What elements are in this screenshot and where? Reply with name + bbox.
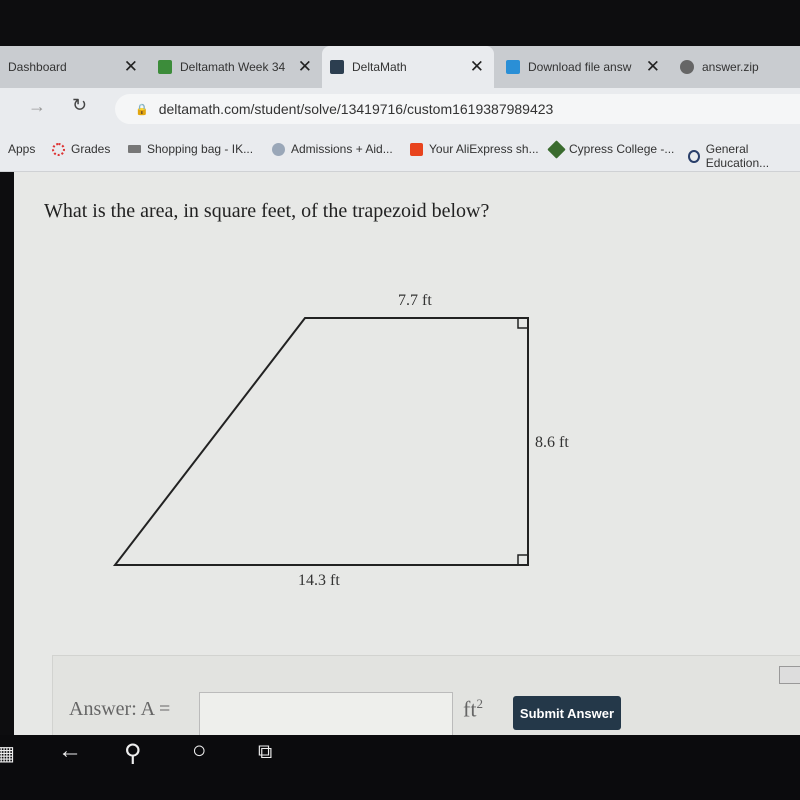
bottom-base-label: 14.3 ft [298, 572, 340, 589]
general-education-icon [688, 149, 700, 163]
bookmark-label: General Education... [705, 142, 770, 170]
address-bar[interactable]: 🔒 deltamath.com/student/solve/13419716/cu… [115, 94, 800, 124]
url-text: deltamath.com/student/solve/13419716/cus… [158, 101, 554, 117]
reload-icon[interactable]: ↻ [72, 95, 87, 116]
close-icon[interactable]: ✕ [298, 57, 312, 77]
submit-answer-button[interactable]: Submit Answer [513, 696, 621, 730]
download-site-icon [506, 60, 520, 74]
admissions-icon [272, 142, 285, 156]
forward-icon[interactable]: → [28, 96, 46, 117]
task-view-icon[interactable]: ⧉ [258, 741, 272, 764]
trapezoid [112, 317, 529, 566]
tab-deltamath-week[interactable]: Deltamath Week 34 ✕ [150, 46, 322, 88]
bookmark-grades[interactable]: Grades [52, 142, 110, 156]
globe-icon [680, 60, 694, 74]
bookmark-shopping[interactable]: Shopping bag - IK... [128, 142, 253, 156]
deltamath-week-icon [158, 60, 172, 74]
bookmark-label: Apps [8, 142, 36, 156]
top-base-label: 7.7 ft [398, 292, 432, 309]
answer-label: Answer: A = [69, 698, 171, 720]
bookmark-aliexpress[interactable]: Your AliExpress sh... [410, 142, 539, 156]
tab-dashboard[interactable]: Dashboard ✕ [0, 46, 148, 88]
unit-exponent: 2 [476, 696, 483, 711]
cypress-icon [547, 139, 566, 159]
search-icon[interactable]: ⚲ [124, 739, 142, 768]
close-icon[interactable]: ✕ [646, 57, 660, 77]
tab-label: Download file answ [528, 60, 632, 74]
windows-icon[interactable]: ▦ [0, 741, 15, 766]
right-angle-mark-bottom [517, 554, 528, 565]
bookmark-admissions[interactable]: Admissions + Aid... [272, 142, 393, 156]
answer-panel: Answer: A = ft2 Submit Answer [52, 655, 800, 745]
cortana-icon[interactable]: ○ [192, 737, 207, 765]
close-icon[interactable]: ✕ [124, 57, 138, 77]
trapezoid-figure [112, 317, 529, 566]
tab-strip: Dashboard ✕ Deltamath Week 34 ✕ DeltaMath ✕… [0, 46, 800, 88]
unit-text: ft [463, 696, 477, 722]
tab-label: Deltamath Week 34 [180, 60, 286, 74]
deltamath-icon [330, 60, 344, 74]
ikea-icon [128, 145, 141, 153]
tab-label: Dashboard [8, 60, 67, 74]
tab-deltamath[interactable]: DeltaMath ✕ [322, 46, 494, 88]
bookmark-cypress[interactable]: Cypress College -... [547, 139, 675, 159]
taskbar: ▦ ← ⚲ ○ ⧉ [0, 735, 800, 800]
bookmark-label: Grades [71, 142, 111, 156]
answer-input[interactable] [199, 692, 453, 736]
tab-label: DeltaMath [352, 60, 407, 74]
bookmark-apps[interactable]: Apps [8, 142, 35, 156]
keyboard-icon[interactable] [779, 666, 800, 684]
back-icon[interactable]: ← [58, 737, 82, 765]
bookmark-general-education[interactable]: General Education... [688, 142, 800, 170]
toolbar: → ↻ 🔒 deltamath.com/student/solve/1341971… [0, 88, 800, 128]
bookmark-label: Shopping bag - IK... [147, 142, 254, 156]
close-icon[interactable]: ✕ [470, 57, 484, 77]
bookmark-label: Admissions + Aid... [291, 142, 393, 156]
aliexpress-icon [410, 142, 423, 156]
bookmark-label: Your AliExpress sh... [429, 142, 539, 156]
height-label: 8.6 ft [535, 434, 569, 451]
right-angle-mark-top [517, 318, 528, 329]
lock-icon: 🔒 [135, 103, 149, 116]
unit-label: ft2 [463, 696, 483, 722]
grades-icon [52, 142, 65, 156]
bookmark-label: Cypress College -... [569, 142, 675, 156]
problem-area: What is the area, in square feet, of the… [14, 172, 800, 745]
bookmarks-bar: Apps Grades Shopping bag - IK... Admissi… [0, 128, 800, 172]
tab-answer-zip[interactable]: answer.zip [672, 46, 800, 88]
tab-label: answer.zip [702, 60, 759, 74]
tab-download-file[interactable]: Download file answ ✕ [498, 46, 670, 88]
